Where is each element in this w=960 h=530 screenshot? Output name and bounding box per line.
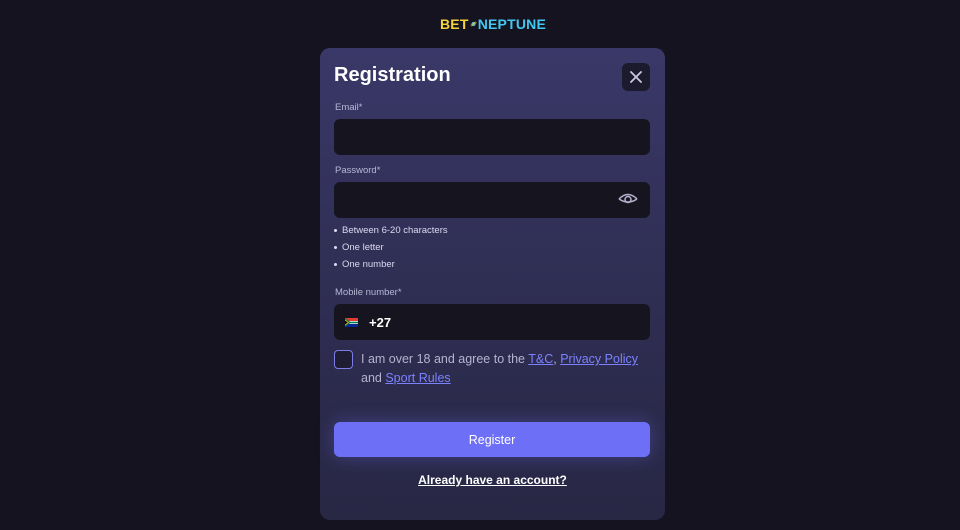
registration-modal: Registration Email* Password* Between 6-… [320,48,665,520]
rule-text: One number [342,259,395,270]
tc-link[interactable]: T&C [528,352,553,366]
sport-rules-link[interactable]: Sport Rules [385,371,450,385]
agreement-text-before: I am over 18 and agree to the [361,352,529,366]
mobile-field: +27 [334,304,650,340]
page: BET NEPTUNE Registration Email* Password… [0,0,960,530]
register-button[interactable]: Register [334,422,650,457]
modal-title: Registration [334,64,451,86]
bullet-icon [334,246,337,249]
password-rule-item: Between 6-20 characters [334,222,448,239]
mobile-number-input[interactable] [391,304,650,340]
password-rule-item: One number [334,256,448,273]
close-icon [630,71,642,83]
logo-neptune-text: NEPTUNE [477,16,546,32]
close-button[interactable] [622,63,650,91]
logo[interactable]: BET NEPTUNE [440,13,546,35]
eye-icon[interactable] [617,190,639,206]
planet-icon [470,21,477,27]
south-africa-flag-icon[interactable] [345,317,358,327]
password-label: Password* [335,165,381,176]
logo-bet-text: BET [440,16,469,32]
email-label: Email* [335,102,363,113]
bullet-icon [334,263,337,266]
rule-text: One letter [342,242,384,253]
password-rule-item: One letter [334,239,448,256]
login-link[interactable]: Already have an account? [320,473,665,487]
rule-text: Between 6-20 characters [342,225,448,236]
bullet-icon [334,229,337,232]
email-field[interactable] [334,119,650,155]
mobile-label: Mobile number* [335,287,402,298]
password-field[interactable] [334,182,650,218]
agreement-and: and [361,371,386,385]
password-rules: Between 6-20 characters One letter One n… [334,222,448,273]
agreement-text: I am over 18 and agree to the T&C, Priva… [361,350,641,388]
country-code: +27 [369,314,392,330]
age-agreement-checkbox[interactable] [334,350,353,369]
privacy-policy-link[interactable]: Privacy Policy [560,352,638,366]
